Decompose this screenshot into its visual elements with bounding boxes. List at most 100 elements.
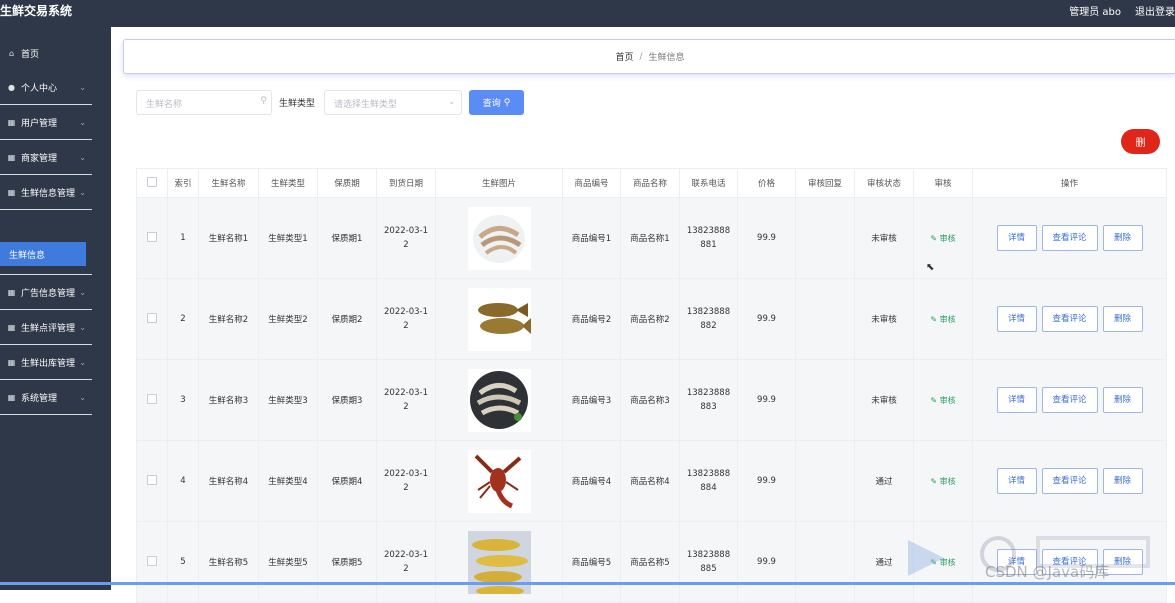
menu-grid-icon: ▦ [7, 118, 16, 127]
batch-delete-button[interactable]: 删 [1121, 129, 1160, 154]
row-checkbox[interactable] [136, 278, 168, 360]
audit-link[interactable]: ✎ 审核 [930, 315, 955, 324]
chevron-down-icon: ⌄ [79, 393, 86, 402]
sidebar-item-2[interactable]: ● 个人中心 ⌄ [0, 71, 92, 105]
cell-type: 生鲜类型3 [258, 359, 318, 441]
delete-button[interactable]: 删除 [1102, 468, 1143, 494]
detail-button[interactable]: 详情 [996, 306, 1037, 332]
sidebar-item-5[interactable]: ▦ 生鲜信息管理 ⌄ [0, 176, 92, 210]
detail-button[interactable]: 详情 [996, 387, 1037, 413]
delete-button[interactable]: 删除 [1102, 306, 1143, 332]
sidebar-item-3[interactable]: ▦ 用户管理 ⌄ [0, 106, 92, 140]
cell-price: 99.9 [737, 440, 796, 522]
cell-index: 4 [167, 440, 199, 522]
column-header: 商品编号 [562, 168, 621, 198]
column-header: 生鲜名称 [198, 168, 259, 198]
cell-date: 2022-03-12 [376, 521, 436, 603]
sidebar-subitem-active[interactable]: 生鲜信息 [0, 242, 86, 266]
fresh-goods-table: 索引 生鲜名称 生鲜类型 保质期 到货日期 生鲜图片 商品编号 商品名称 联系电话 价格 审核回复审… [136, 168, 1167, 603]
search-name-placeholder: 生鲜名称 [146, 100, 183, 110]
cell-shop-name: 商品名称1 [620, 197, 680, 279]
audit-link[interactable]: ✎ 审核 [930, 558, 955, 567]
cell-type: 生鲜类型2 [258, 278, 318, 360]
sidebar-item-9[interactable]: ▦ 生鲜出库管理 ⌄ [0, 346, 92, 380]
cell-shop-name: 商品名称2 [620, 278, 680, 360]
cell-status: 通过 [854, 521, 914, 603]
search-button[interactable]: 查询 ⚲ [469, 90, 524, 115]
row-checkbox[interactable] [136, 521, 168, 603]
audit-cell: ✎ 审核 [913, 359, 973, 441]
cell-date: 2022-03-12 [376, 440, 436, 522]
product-image [435, 440, 563, 522]
cell-index: 5 [167, 521, 199, 603]
cell-shop-no: 商品编号3 [562, 359, 621, 441]
search-icon: ⚲ [260, 96, 267, 106]
row-checkbox[interactable] [136, 359, 168, 441]
horizontal-scrollbar[interactable] [0, 582, 1175, 585]
product-image [435, 197, 563, 279]
sidebar-item-8[interactable]: ▦ 生鲜点评管理 ⌄ [0, 311, 92, 345]
row-checkbox[interactable] [136, 440, 168, 522]
audit-cell: ✎ 审核 [913, 521, 973, 603]
sidebar-item-label: 生鲜信息管理 [21, 189, 76, 199]
column-header: 保质期 [317, 168, 377, 198]
cell-price: 99.9 [737, 521, 796, 603]
sidebar-item-4[interactable]: ▦ 商家管理 ⌄ [0, 141, 92, 175]
actions-cell: 详情 查看评论 删除 [972, 278, 1167, 360]
cell-shop-no: 商品编号2 [562, 278, 621, 360]
row-checkbox[interactable] [136, 197, 168, 279]
home-icon: ⌂ [8, 48, 15, 58]
chevron-down-icon: ⌄ [79, 118, 86, 127]
column-header: 审核状态 [854, 168, 914, 198]
cell-index: 3 [167, 359, 199, 441]
cell-name: 生鲜名称2 [198, 278, 259, 360]
cell-index: 2 [167, 278, 199, 360]
delete-button[interactable]: 删除 [1102, 225, 1143, 251]
delete-button[interactable]: 删除 [1102, 387, 1143, 413]
chevron-down-icon: ⌄ [79, 288, 86, 297]
top-right-links: 管理员 abo 退出登录 [1069, 3, 1175, 18]
audit-link[interactable]: ✎ 审核 [930, 396, 955, 405]
edit-icon: ✎ [930, 557, 938, 567]
audit-link[interactable]: ✎ 审核 [930, 234, 955, 243]
cell-shelf: 保质期3 [317, 359, 377, 441]
search-name-input[interactable]: 生鲜名称 ⚲ [136, 90, 272, 115]
admin-user-label: 管理员 abo [1069, 7, 1121, 18]
cell-price: 99.9 [737, 359, 796, 441]
select-all-checkbox[interactable] [136, 168, 168, 198]
cell-phone: 13823888883 [679, 359, 738, 441]
cell-status: 未审核 [854, 278, 914, 360]
detail-button[interactable]: 详情 [996, 225, 1037, 251]
cell-reply [795, 197, 855, 279]
type-select[interactable]: 请选择生鲜类型 ⌄ [324, 90, 462, 115]
type-select-placeholder: 请选择生鲜类型 [334, 100, 398, 110]
cell-date: 2022-03-12 [376, 197, 436, 279]
cell-shop-name: 商品名称4 [620, 440, 680, 522]
logout-link[interactable]: 退出登录 [1135, 3, 1175, 18]
cell-status: 未审核 [854, 197, 914, 279]
actions-cell: 详情 查看评论 删除 [972, 440, 1167, 522]
view-comments-button[interactable]: 查看评论 [1041, 468, 1098, 494]
cell-type: 生鲜类型4 [258, 440, 318, 522]
menu-grid-icon: ▦ [7, 153, 16, 162]
audit-link-label: 审核 [939, 314, 956, 324]
menu-grid-icon: ▦ [7, 323, 16, 332]
menu-grid-icon: ▦ [7, 288, 16, 297]
view-comments-button[interactable]: 查看评论 [1041, 306, 1098, 332]
audit-link[interactable]: ✎ 审核 [930, 477, 955, 486]
sidebar-item-1[interactable]: ⌂ 首页 [0, 36, 92, 70]
sidebar-item-10[interactable]: ▦ 系统管理 ⌄ [0, 381, 92, 415]
detail-button[interactable]: 详情 [996, 468, 1037, 494]
sidebar-item-7[interactable]: ▦ 广告信息管理 ⌄ [0, 276, 92, 310]
cell-type: 生鲜类型1 [258, 197, 318, 279]
column-header: 价格 [737, 168, 796, 198]
column-header: 审核回复 [795, 168, 855, 198]
view-comments-button[interactable]: 查看评论 [1041, 225, 1098, 251]
cell-shelf: 保质期5 [317, 521, 377, 603]
table-row: 1 生鲜名称1 生鲜类型1 保质期1 2022-03-12 商品编号1 商品名称1 13823… [136, 197, 1167, 279]
sidebar-item-label: 个人中心 [21, 84, 58, 94]
view-comments-button[interactable]: 查看评论 [1041, 387, 1098, 413]
cell-name: 生鲜名称3 [198, 359, 259, 441]
cell-shelf: 保质期2 [317, 278, 377, 360]
breadcrumb-home[interactable]: 首页 [615, 50, 633, 63]
